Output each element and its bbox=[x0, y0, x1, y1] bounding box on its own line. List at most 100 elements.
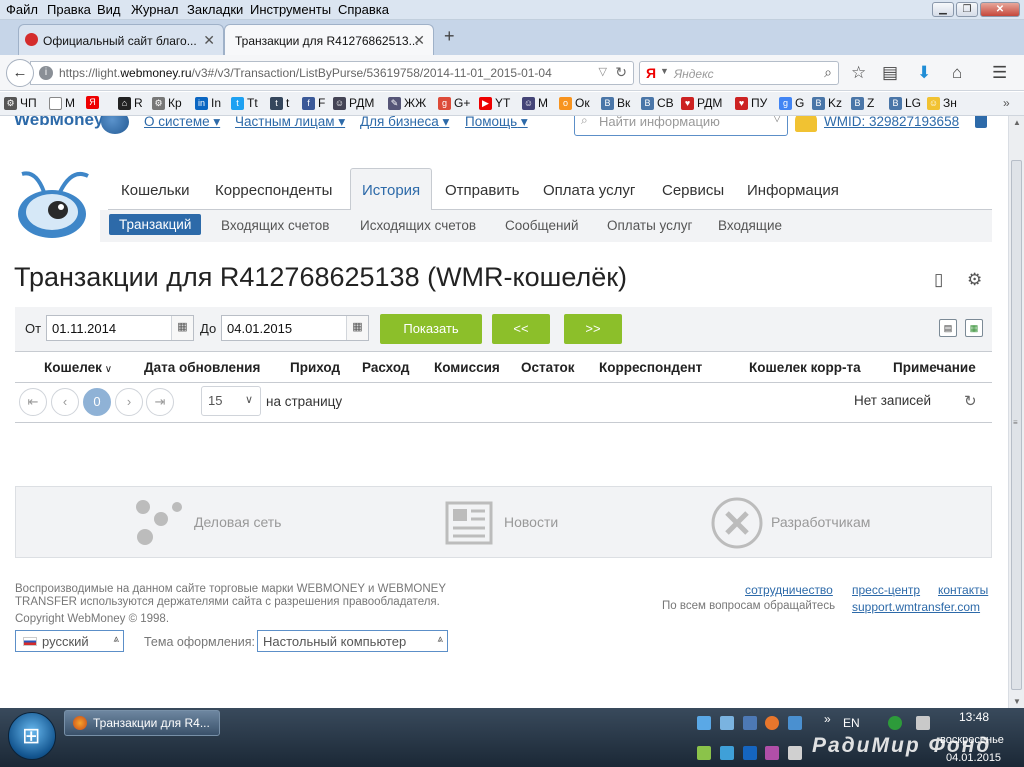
subtab-messages[interactable]: Сообщений bbox=[505, 218, 579, 233]
download-icon[interactable]: ⬇ bbox=[917, 63, 931, 83]
close-tab-icon[interactable]: ✕ bbox=[203, 32, 215, 49]
close-icon[interactable]: ✕ bbox=[980, 2, 1020, 17]
next-period-button[interactable]: >> bbox=[564, 314, 622, 344]
footer-link-contacts[interactable]: контакты bbox=[938, 583, 988, 597]
clock-date[interactable]: 04.01.2015 bbox=[946, 752, 1001, 764]
home-icon[interactable]: ⌂ bbox=[952, 63, 962, 83]
search-engine-dropdown-icon[interactable]: ▼ bbox=[660, 66, 669, 76]
column-income[interactable]: Приход bbox=[290, 360, 340, 375]
column-balance[interactable]: Остаток bbox=[521, 360, 575, 375]
language-indicator[interactable]: EN bbox=[843, 716, 860, 730]
previous-page-icon[interactable]: ‹ bbox=[51, 388, 79, 416]
site-search-input[interactable]: ⌕ Найти информацию ▽ bbox=[574, 116, 788, 136]
subtab-incoming-invoices[interactable]: Входящих счетов bbox=[221, 218, 329, 233]
tab-wallets[interactable]: Кошельки bbox=[121, 182, 189, 199]
tray-app-icon[interactable] bbox=[788, 716, 802, 730]
gear-icon[interactable]: ⚙ bbox=[967, 270, 982, 290]
reading-list-icon[interactable]: ▤ bbox=[882, 63, 898, 83]
menu-file[interactable]: Файл bbox=[6, 2, 38, 17]
page-scrollbar[interactable]: ▲ ≡ ▼ bbox=[1008, 116, 1024, 708]
bookmark-item[interactable]: B Kz bbox=[812, 96, 842, 110]
column-wallet[interactable]: Кошелек ∨ bbox=[44, 360, 112, 375]
tray-app-icon[interactable] bbox=[788, 746, 802, 760]
back-button[interactable]: ← bbox=[6, 59, 34, 87]
subtab-outgoing-invoices[interactable]: Исходящих счетов bbox=[360, 218, 476, 233]
bookmark-item[interactable]: ▶ YT bbox=[479, 96, 510, 110]
taskbar-window-button[interactable]: Транзакции для R4... bbox=[64, 710, 220, 736]
top-menu-business[interactable]: Для бизнеса ▾ bbox=[360, 116, 449, 130]
search-bar[interactable]: Я ▼ Яндекс ⌕ bbox=[639, 61, 839, 85]
wmid-link[interactable]: WMID: 329827193658 bbox=[824, 116, 959, 129]
calendar-icon[interactable]: ▦ bbox=[346, 316, 368, 340]
next-page-icon[interactable]: › bbox=[115, 388, 143, 416]
bookmark-item[interactable]: fF bbox=[302, 96, 325, 110]
tray-app-icon[interactable] bbox=[916, 716, 930, 730]
bookmark-item[interactable]: in In bbox=[195, 96, 221, 110]
menu-edit[interactable]: Правка bbox=[47, 2, 91, 17]
browser-tab-1[interactable]: Официальный сайт благо... ✕ bbox=[18, 24, 224, 55]
calendar-icon[interactable]: ▦ bbox=[171, 316, 193, 340]
bookmark-item[interactable]: gG bbox=[779, 96, 804, 110]
browser-tab-2[interactable]: Транзакции для R41276862513... ✕ bbox=[224, 24, 434, 55]
bookmark-item[interactable]: ⌂ R bbox=[118, 96, 143, 110]
tray-firefox-icon[interactable] bbox=[765, 716, 779, 730]
tray-app-icon[interactable] bbox=[697, 716, 711, 730]
url-bar[interactable]: i https://light.webmoney.ru/v3#/v3/Trans… bbox=[30, 61, 634, 85]
language-select[interactable]: русский ⩓ bbox=[15, 630, 124, 652]
tab-payments[interactable]: Оплата услуг bbox=[543, 182, 635, 199]
promo-developers[interactable]: Разработчикам bbox=[711, 487, 911, 557]
url-dropdown-icon[interactable]: ▽ bbox=[599, 65, 607, 78]
refresh-icon[interactable]: ↻ bbox=[964, 392, 977, 410]
per-page-select[interactable]: 15 ∨ bbox=[201, 386, 261, 416]
mobile-view-icon[interactable]: ▯ bbox=[934, 270, 943, 290]
tab-send[interactable]: Отправить bbox=[445, 182, 519, 199]
top-menu-help[interactable]: Помощь ▾ bbox=[465, 116, 528, 130]
top-menu-private[interactable]: Частным лицам ▾ bbox=[235, 116, 345, 130]
bookmark-item[interactable]: B СВ bbox=[641, 96, 674, 110]
bookmark-item[interactable]: t Tt bbox=[231, 96, 258, 110]
reload-icon[interactable]: ↻ bbox=[615, 64, 627, 81]
bookmark-item[interactable]: ☺ М bbox=[522, 96, 548, 110]
promo-business-network[interactable]: Деловая сеть bbox=[131, 487, 331, 557]
bookmark-item[interactable]: ♥ РДМ bbox=[681, 96, 722, 110]
bookmark-item[interactable]: М bbox=[49, 96, 75, 110]
tab-correspondents[interactable]: Корреспонденты bbox=[215, 182, 332, 199]
tray-app-icon[interactable] bbox=[697, 746, 711, 760]
column-commission[interactable]: Комиссия bbox=[434, 360, 500, 375]
export-report-icon[interactable]: ▤ bbox=[939, 319, 957, 337]
show-button[interactable]: Показать bbox=[380, 314, 482, 344]
bookmark-item[interactable]: BZ bbox=[851, 96, 874, 110]
top-menu-about[interactable]: О системе ▾ bbox=[144, 116, 220, 130]
start-button[interactable]: ⊞ bbox=[8, 712, 56, 760]
bookmark-item[interactable]: ✎ ЖЖ bbox=[388, 96, 426, 110]
scroll-down-icon[interactable]: ▼ bbox=[1013, 697, 1021, 706]
user-avatar-icon[interactable] bbox=[795, 116, 817, 132]
bookmark-item[interactable]: ⚙ Кр bbox=[152, 96, 182, 110]
export-excel-icon[interactable]: ▦ bbox=[965, 319, 983, 337]
theme-select[interactable]: Настольный компьютер ⩓ bbox=[257, 630, 448, 652]
bookmark-item[interactable]: ⚙ ЧП bbox=[4, 96, 37, 110]
bookmark-item[interactable]: B Вк bbox=[601, 96, 630, 110]
menu-history[interactable]: Журнал bbox=[131, 2, 178, 17]
tray-torrent-icon[interactable] bbox=[888, 716, 902, 730]
bookmark-item[interactable]: g G+ bbox=[438, 96, 470, 110]
footer-link-cooperation[interactable]: сотрудничество bbox=[745, 583, 833, 597]
yandex-icon[interactable]: Я bbox=[646, 65, 656, 81]
scroll-up-icon[interactable]: ▲ bbox=[1013, 118, 1021, 127]
to-date-input[interactable]: 04.01.2015 ▦ bbox=[221, 315, 369, 341]
menu-tools[interactable]: Инструменты bbox=[250, 2, 331, 17]
from-date-input[interactable]: 01.11.2014 ▦ bbox=[46, 315, 194, 341]
previous-period-button[interactable]: << bbox=[492, 314, 550, 344]
minimize-icon[interactable]: ▁ bbox=[932, 2, 954, 17]
promo-news[interactable]: Новости bbox=[443, 487, 603, 557]
chevron-down-icon[interactable]: ▽ bbox=[773, 116, 781, 124]
bookmark-item[interactable]: о Ок bbox=[559, 96, 590, 110]
tray-app-icon[interactable] bbox=[720, 746, 734, 760]
maximize-icon[interactable]: ❐ bbox=[956, 2, 978, 17]
current-page[interactable]: 0 bbox=[83, 388, 111, 416]
column-correspondent[interactable]: Корреспондент bbox=[599, 360, 702, 375]
tab-history[interactable]: История bbox=[350, 168, 433, 211]
new-tab-button[interactable]: + bbox=[444, 26, 455, 47]
bookmark-item[interactable]: tt bbox=[270, 96, 289, 110]
last-page-icon[interactable]: ⇥ bbox=[146, 388, 174, 416]
